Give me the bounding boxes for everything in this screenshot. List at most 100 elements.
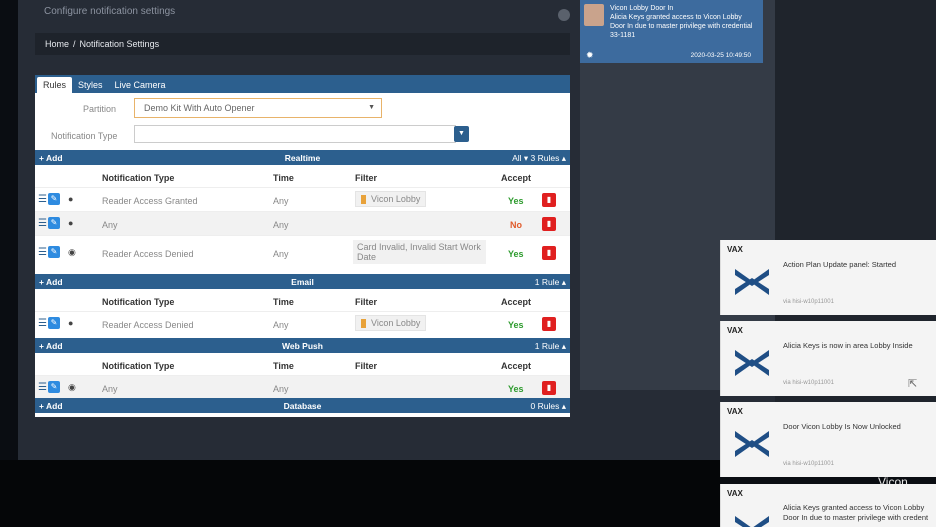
notification-title: Vicon Lobby Door In bbox=[610, 5, 674, 12]
toast-message: Action Plan Update panel: Started bbox=[783, 260, 896, 269]
filter-chip: Vicon Lobby bbox=[355, 191, 427, 208]
notification-body: Alicia Keys granted access to Vicon Lobb… bbox=[610, 14, 753, 39]
partition-label: Partition bbox=[83, 104, 117, 114]
column-header: Notification Type Time Filter Accept bbox=[35, 168, 570, 186]
row-type: Reader Access Denied bbox=[102, 249, 194, 259]
toast-notification[interactable]: VAX Door Vicon Lobby Is Now Unlocked via… bbox=[720, 402, 936, 477]
toast-message: Alicia Keys is now in area Lobby Inside bbox=[783, 341, 913, 350]
gear-icon[interactable]: ✹ bbox=[586, 51, 594, 60]
partition-select[interactable]: Demo Kit With Auto Opener ▼ bbox=[134, 98, 382, 118]
breadcrumb: Home / Notification Settings bbox=[35, 33, 570, 55]
toast-source: via hisi-w10p11001 bbox=[783, 380, 834, 386]
table-row[interactable]: ☰ ✎ ● Reader Access Granted Any Vicon Lo… bbox=[35, 187, 570, 211]
globe-icon[interactable] bbox=[558, 9, 570, 21]
rule-count[interactable]: 1 Rule ▴ bbox=[535, 277, 566, 288]
avatar bbox=[584, 4, 604, 26]
row-time: Any bbox=[273, 249, 289, 259]
edit-icon[interactable]: ✎ bbox=[48, 246, 60, 258]
edit-icon[interactable]: ✎ bbox=[48, 381, 60, 393]
trash-icon[interactable]: ▮ bbox=[542, 217, 556, 231]
breadcrumb-current: Notification Settings bbox=[79, 39, 160, 49]
row-type: Any bbox=[102, 384, 118, 394]
toast-message: Door Vicon Lobby Is Now Unlocked bbox=[783, 422, 901, 431]
notification-type-select[interactable] bbox=[134, 125, 456, 143]
accept-value: No bbox=[510, 220, 522, 230]
col-accept: Accept bbox=[501, 173, 532, 183]
edit-icon[interactable]: ✎ bbox=[48, 217, 60, 229]
toast-notification[interactable]: VAX Action Plan Update panel: Started vi… bbox=[720, 240, 936, 315]
vax-logo-icon bbox=[735, 350, 769, 376]
section-realtime: + Add Realtime All ▾ 3 Rules ▴ bbox=[35, 150, 570, 165]
vax-logo-icon bbox=[735, 269, 769, 295]
toast-source: via hisi-w10p11001 bbox=[783, 299, 834, 305]
list-icon[interactable]: ☰ bbox=[38, 318, 47, 329]
live-notification[interactable]: Vicon Lobby Door In Alicia Keys granted … bbox=[580, 0, 763, 63]
col-filter: Filter bbox=[355, 297, 378, 307]
notification-type-dropdown-button[interactable]: ▼ bbox=[454, 126, 469, 142]
tab-live-camera[interactable]: Live Camera bbox=[109, 77, 172, 93]
section-email: + Add Email 1 Rule ▴ bbox=[35, 274, 570, 289]
row-type: Reader Access Granted bbox=[102, 196, 198, 206]
col-type: Notification Type bbox=[102, 173, 175, 183]
breadcrumb-separator: / bbox=[73, 39, 76, 49]
globe-icon: ◉ bbox=[68, 247, 76, 257]
table-row[interactable]: ☰ ✎ ◉ Any Any Yes ▮ bbox=[35, 375, 570, 399]
filter-text: Vicon Lobby bbox=[371, 318, 421, 328]
toast-message: Alicia Keys granted access to Vicon Lobb… bbox=[783, 503, 929, 522]
toast-notification[interactable]: VAX Alicia Keys is now in area Lobby Ins… bbox=[720, 321, 936, 396]
col-accept: Accept bbox=[501, 297, 532, 307]
edit-icon[interactable]: ✎ bbox=[48, 317, 60, 329]
col-filter: Filter bbox=[355, 361, 378, 371]
toast-notification[interactable]: VAX Alicia Keys granted access to Vicon … bbox=[720, 484, 936, 527]
table-row[interactable]: ☰ ✎ ◉ Reader Access Denied Any Card Inva… bbox=[35, 235, 570, 269]
accept-value: Yes bbox=[508, 249, 524, 259]
list-icon[interactable]: ☰ bbox=[38, 194, 47, 205]
accept-value: Yes bbox=[508, 320, 524, 330]
user-icon: ● bbox=[68, 194, 74, 204]
toast-brand: VAX bbox=[727, 326, 743, 335]
list-icon[interactable]: ☰ bbox=[38, 218, 47, 229]
table-row[interactable]: ☰ ✎ ● Any Any No ▮ bbox=[35, 211, 570, 235]
notification-type-label: Notification Type bbox=[51, 131, 118, 141]
chevron-down-icon: ▼ bbox=[368, 104, 375, 111]
trash-icon[interactable]: ▮ bbox=[542, 381, 556, 395]
table-row[interactable]: ☰ ✎ ● Reader Access Denied Any Vicon Lob… bbox=[35, 311, 570, 335]
col-filter: Filter bbox=[355, 173, 378, 183]
vax-logo-icon bbox=[735, 516, 769, 527]
tab-rules[interactable]: Rules bbox=[37, 77, 73, 93]
rule-count[interactable]: 0 Rules ▴ bbox=[531, 401, 566, 412]
notification-time: 2020-03-25 10:49:50 bbox=[690, 52, 751, 59]
taskbar-area bbox=[0, 460, 720, 527]
tab-styles[interactable]: Styles bbox=[72, 77, 109, 93]
trash-icon[interactable]: ▮ bbox=[542, 317, 556, 331]
user-icon: ● bbox=[68, 218, 74, 228]
col-time: Time bbox=[273, 297, 294, 307]
column-header: Notification Type Time Filter Accept bbox=[35, 356, 570, 374]
filter-text: Vicon Lobby bbox=[371, 194, 421, 204]
toast-brand: VAX bbox=[727, 245, 743, 254]
col-type: Notification Type bbox=[102, 361, 175, 371]
rule-count[interactable]: 1 Rule ▴ bbox=[535, 341, 566, 352]
row-type: Any bbox=[102, 220, 118, 230]
section-database: + Add Database 0 Rules ▴ bbox=[35, 398, 570, 413]
globe-icon: ◉ bbox=[68, 382, 76, 392]
filter-chip: Vicon Lobby bbox=[355, 315, 427, 332]
partition-value: Demo Kit With Auto Opener bbox=[144, 103, 255, 113]
list-icon[interactable]: ☰ bbox=[38, 247, 47, 258]
breadcrumb-home[interactable]: Home bbox=[45, 39, 69, 49]
trash-icon[interactable]: ▮ bbox=[542, 193, 556, 207]
tab-bar: Rules Styles Live Camera bbox=[35, 75, 570, 93]
col-accept: Accept bbox=[501, 361, 532, 371]
column-header: Notification Type Time Filter Accept bbox=[35, 292, 570, 310]
trash-icon[interactable]: ▮ bbox=[542, 246, 556, 260]
edit-icon[interactable]: ✎ bbox=[48, 193, 60, 205]
list-icon[interactable]: ☰ bbox=[38, 382, 47, 393]
col-time: Time bbox=[273, 173, 294, 183]
door-icon bbox=[361, 195, 366, 205]
door-icon bbox=[361, 319, 366, 329]
row-time: Any bbox=[273, 220, 289, 230]
rule-count[interactable]: All ▾ 3 Rules ▴ bbox=[512, 153, 566, 164]
row-time: Any bbox=[273, 196, 289, 206]
section-title: Web Push bbox=[282, 341, 323, 351]
page-subtitle: Configure notification settings bbox=[44, 6, 176, 17]
